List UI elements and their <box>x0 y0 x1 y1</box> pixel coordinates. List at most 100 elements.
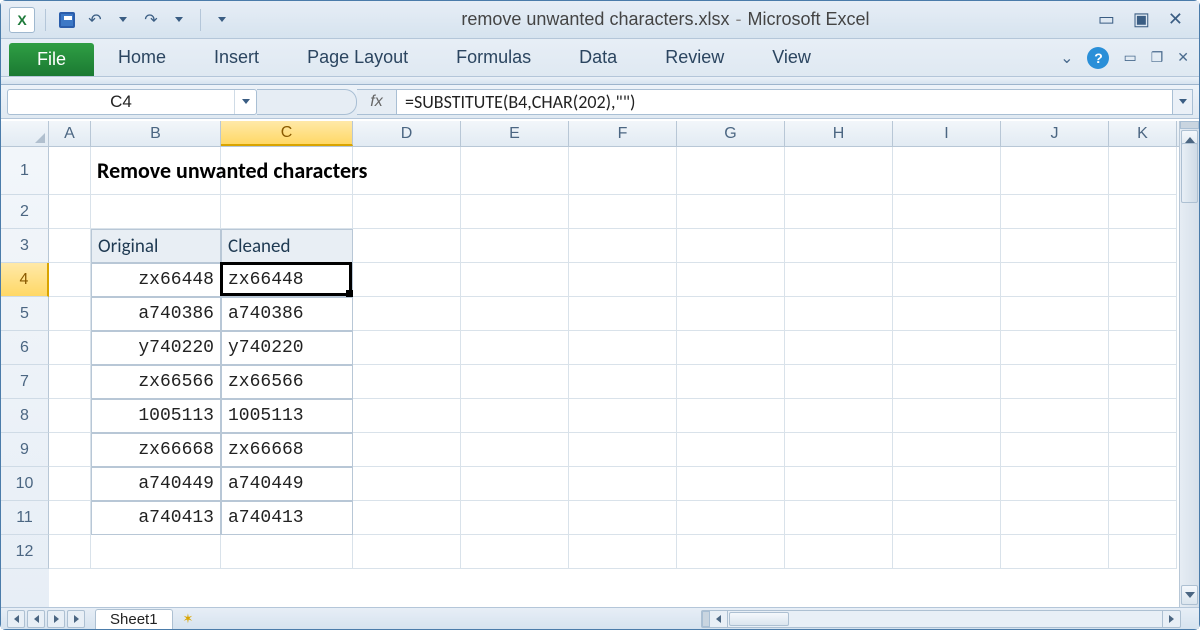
cell-I4[interactable] <box>893 263 1001 297</box>
undo-dropdown[interactable] <box>112 9 134 31</box>
tab-formulas[interactable]: Formulas <box>432 39 555 76</box>
cell-G5[interactable] <box>677 297 785 331</box>
tab-review[interactable]: Review <box>641 39 748 76</box>
cell-A10[interactable] <box>49 467 91 501</box>
cell-E3[interactable] <box>461 229 569 263</box>
cell-B6[interactable]: y740220 <box>91 331 221 365</box>
cell-I7[interactable] <box>893 365 1001 399</box>
vertical-split-handle[interactable] <box>1180 121 1199 129</box>
cell-G9[interactable] <box>677 433 785 467</box>
cell-G3[interactable] <box>677 229 785 263</box>
cell-E12[interactable] <box>461 535 569 569</box>
cell-G11[interactable] <box>677 501 785 535</box>
cell-F6[interactable] <box>569 331 677 365</box>
cell-B4[interactable]: zx66448 <box>91 263 221 297</box>
row-header-1[interactable]: 1 <box>1 147 49 195</box>
cell-H7[interactable] <box>785 365 893 399</box>
scroll-left-button[interactable] <box>710 611 728 627</box>
cell-E4[interactable] <box>461 263 569 297</box>
cell-H10[interactable] <box>785 467 893 501</box>
cell-A8[interactable] <box>49 399 91 433</box>
scroll-right-button[interactable] <box>1162 611 1180 627</box>
tab-page-layout[interactable]: Page Layout <box>283 39 432 76</box>
cell-F5[interactable] <box>569 297 677 331</box>
cell-F7[interactable] <box>569 365 677 399</box>
cell-H9[interactable] <box>785 433 893 467</box>
redo-button[interactable]: ↷ <box>140 9 162 31</box>
column-header-G[interactable]: G <box>677 121 785 146</box>
cell-I11[interactable] <box>893 501 1001 535</box>
cell-B9[interactable]: zx66668 <box>91 433 221 467</box>
workbook-minimize-icon[interactable]: ▭ <box>1123 49 1136 66</box>
close-button[interactable]: ✕ <box>1168 9 1183 30</box>
cell-C5[interactable]: a740386 <box>221 297 353 331</box>
cell-K12[interactable] <box>1109 535 1177 569</box>
cell-I10[interactable] <box>893 467 1001 501</box>
cell-F4[interactable] <box>569 263 677 297</box>
select-all-corner[interactable] <box>1 121 49 146</box>
row-header-9[interactable]: 9 <box>1 433 49 467</box>
cell-D11[interactable] <box>353 501 461 535</box>
minimize-button[interactable]: ▭ <box>1098 9 1115 30</box>
cell-C12[interactable] <box>221 535 353 569</box>
cell-K9[interactable] <box>1109 433 1177 467</box>
cell-A5[interactable] <box>49 297 91 331</box>
horizontal-split-handle[interactable] <box>702 611 710 627</box>
cell-C4[interactable]: zx66448 <box>221 263 353 297</box>
vertical-scrollbar[interactable] <box>1179 121 1199 607</box>
sheet-tab[interactable]: Sheet1 <box>95 609 173 629</box>
help-icon[interactable]: ? <box>1087 47 1109 69</box>
cell-F8[interactable] <box>569 399 677 433</box>
cell-B2[interactable] <box>91 195 221 229</box>
cell-I1[interactable] <box>893 147 1001 195</box>
cell-J2[interactable] <box>1001 195 1109 229</box>
tab-data[interactable]: Data <box>555 39 641 76</box>
formula-input[interactable]: =SUBSTITUTE(B4,CHAR(202),"") <box>397 89 1173 115</box>
cell-C2[interactable] <box>221 195 353 229</box>
cell-K11[interactable] <box>1109 501 1177 535</box>
cell-B12[interactable] <box>91 535 221 569</box>
cell-F11[interactable] <box>569 501 677 535</box>
cell-F10[interactable] <box>569 467 677 501</box>
cell-H11[interactable] <box>785 501 893 535</box>
cell-I12[interactable] <box>893 535 1001 569</box>
cell-A4[interactable] <box>49 263 91 297</box>
cell-A11[interactable] <box>49 501 91 535</box>
row-header-12[interactable]: 12 <box>1 535 49 569</box>
cell-D1[interactable] <box>353 147 461 195</box>
new-sheet-icon[interactable]: ✶ <box>183 611 194 627</box>
cell-A7[interactable] <box>49 365 91 399</box>
cell-C8[interactable]: 1005113 <box>221 399 353 433</box>
fx-icon[interactable]: fx <box>357 89 397 115</box>
cell-D4[interactable] <box>353 263 461 297</box>
undo-button[interactable]: ↶ <box>84 9 106 31</box>
name-box[interactable]: C4 <box>7 89 257 115</box>
cell-A9[interactable] <box>49 433 91 467</box>
cell-A3[interactable] <box>49 229 91 263</box>
column-header-H[interactable]: H <box>785 121 893 146</box>
cell-I5[interactable] <box>893 297 1001 331</box>
cell-B10[interactable]: a740449 <box>91 467 221 501</box>
excel-icon[interactable]: X <box>9 7 35 33</box>
cell-J10[interactable] <box>1001 467 1109 501</box>
cell-I9[interactable] <box>893 433 1001 467</box>
cell-I6[interactable] <box>893 331 1001 365</box>
qat-customize[interactable] <box>211 9 233 31</box>
ribbon-minimize-icon[interactable]: ⌄ <box>1060 48 1073 68</box>
column-header-D[interactable]: D <box>353 121 461 146</box>
cell-B8[interactable]: 1005113 <box>91 399 221 433</box>
cell-D12[interactable] <box>353 535 461 569</box>
cell-B3[interactable]: Original <box>91 229 221 263</box>
save-button[interactable] <box>56 9 78 31</box>
cell-G1[interactable] <box>677 147 785 195</box>
cell-C9[interactable]: zx66668 <box>221 433 353 467</box>
cell-J12[interactable] <box>1001 535 1109 569</box>
row-header-6[interactable]: 6 <box>1 331 49 365</box>
formula-expand[interactable] <box>1173 89 1193 115</box>
cell-H2[interactable] <box>785 195 893 229</box>
cell-I2[interactable] <box>893 195 1001 229</box>
cell-H5[interactable] <box>785 297 893 331</box>
tab-home[interactable]: Home <box>94 39 190 76</box>
maximize-button[interactable]: ▣ <box>1133 9 1150 30</box>
column-header-K[interactable]: K <box>1109 121 1177 146</box>
